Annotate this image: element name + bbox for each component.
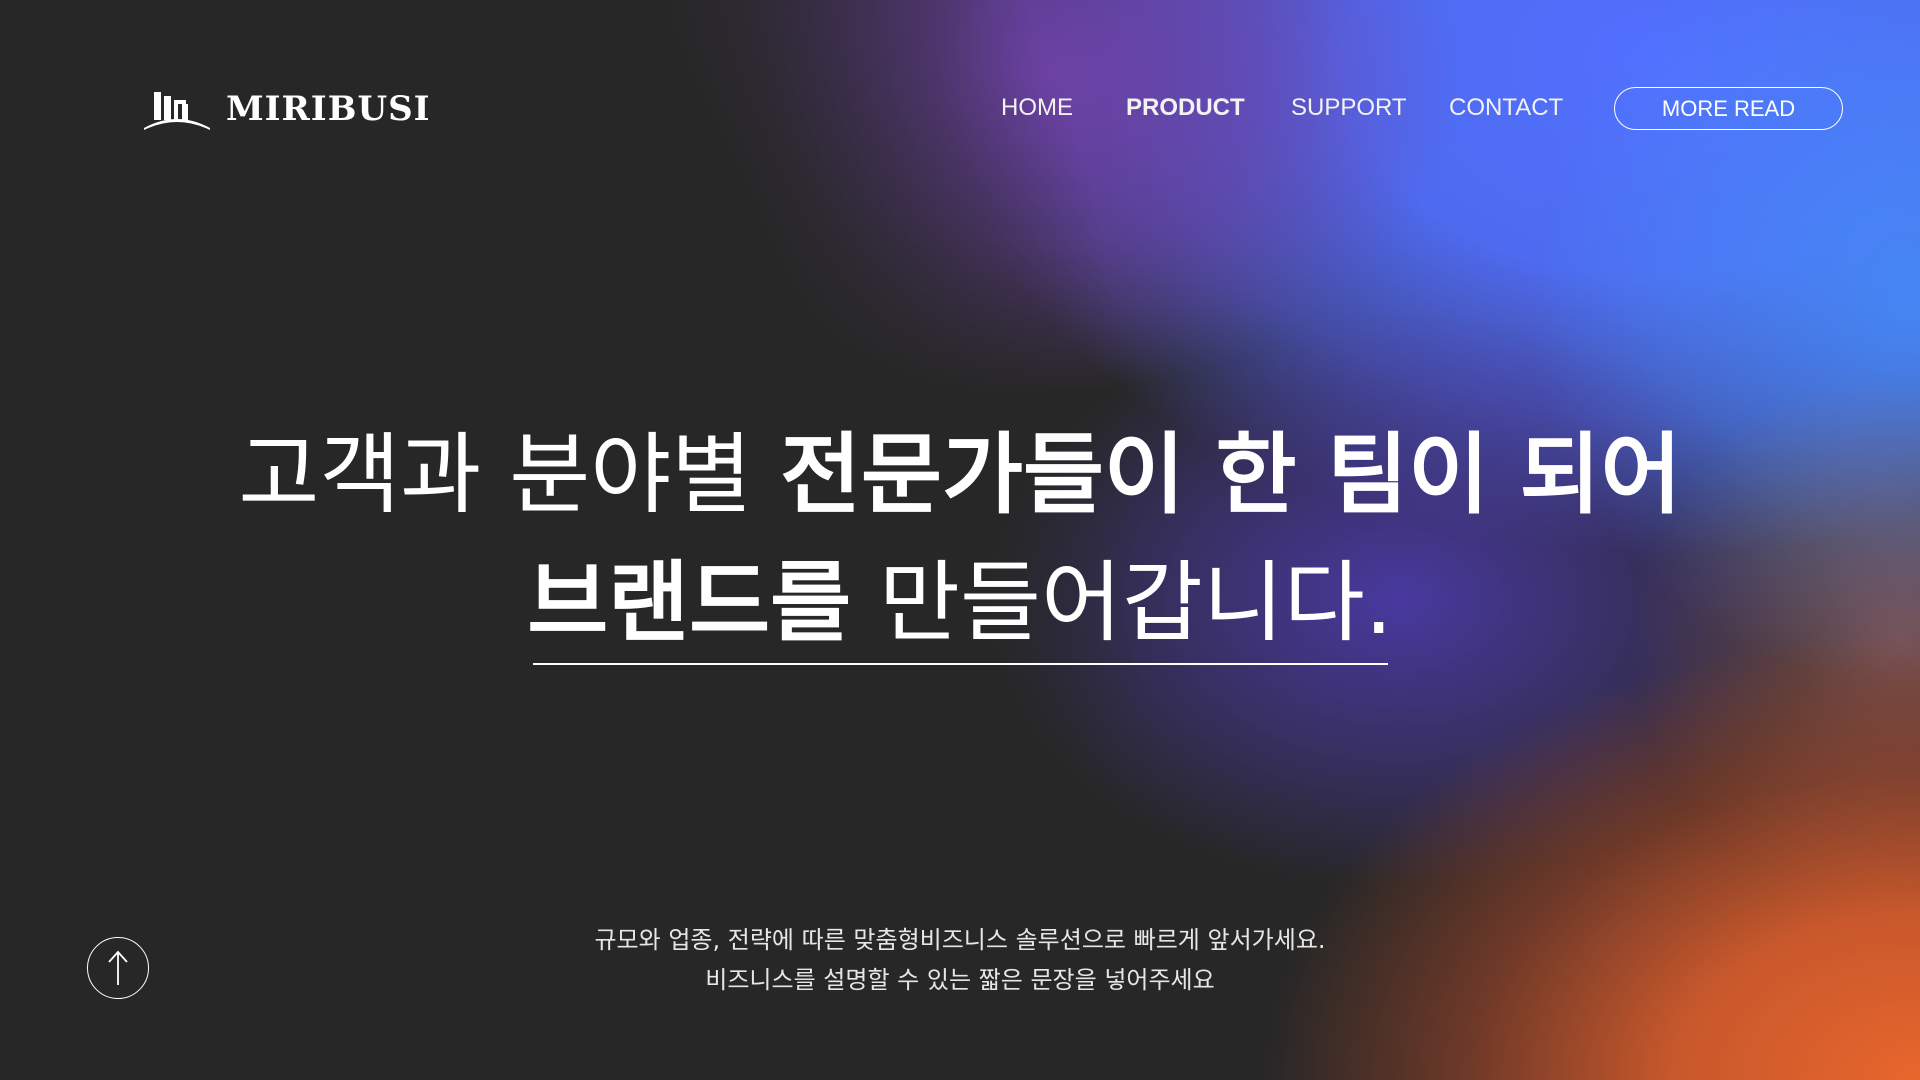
nav-support[interactable]: SUPPORT — [1291, 94, 1407, 128]
background-gradient-purple — [0, 0, 1920, 1080]
more-read-button[interactable]: MORE READ — [1614, 87, 1843, 130]
hero-headline-line-2: 브랜드를 만들어갑니다. — [0, 548, 1920, 658]
hero-line1-bold: 전문가들이 한 팀이 되어 — [780, 423, 1682, 526]
nav-contact[interactable]: CONTACT — [1449, 94, 1563, 128]
nav-product[interactable]: PRODUCT — [1126, 94, 1245, 128]
hero-line1-light: 고객과 분야별 — [238, 423, 781, 526]
background-gradient-orange — [0, 0, 1920, 1080]
landing-page: MIRIBUSI HOME PRODUCT SUPPORT CONTACT MO… — [0, 0, 1920, 1080]
hero-underline — [533, 663, 1388, 665]
background-gradient-sky — [0, 0, 1920, 1080]
scroll-top-button[interactable] — [87, 937, 149, 999]
background-dark-area — [0, 0, 1920, 1080]
arrow-up-icon — [105, 949, 131, 987]
site-logo[interactable]: MIRIBUSI — [142, 88, 431, 130]
hero-line2-bold: 브랜드를 — [527, 551, 852, 654]
subtext-line-1: 규모와 업종, 전략에 따른 맞춤형비즈니스 솔루션으로 빠르게 앞서가세요. — [594, 926, 1326, 954]
hero-line2-light: 만들어갑니다. — [851, 551, 1393, 654]
background-gradient-blue — [0, 0, 1920, 1080]
subtext-line-2: 비즈니스를 설명할 수 있는 짧은 문장을 넣어주세요 — [705, 966, 1215, 994]
logo-text: MIRIBUSI — [226, 89, 431, 129]
building-logo-icon — [142, 88, 212, 130]
nav-home[interactable]: HOME — [1001, 94, 1073, 128]
hero-headline-line-1: 고객과 분야별 전문가들이 한 팀이 되어 — [0, 420, 1920, 530]
